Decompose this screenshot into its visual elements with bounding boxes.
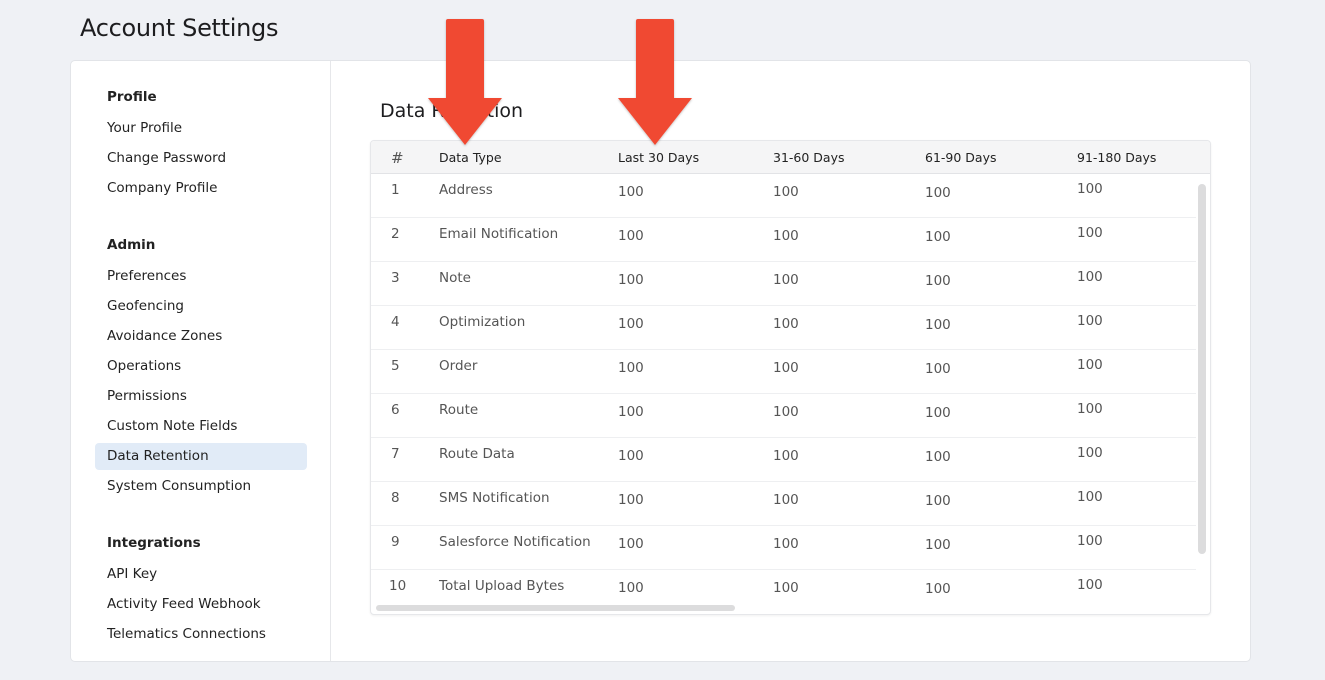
cell-row-index: 2 xyxy=(391,226,400,242)
table-row[interactable]: 5 Order 100 100 100 100 xyxy=(371,350,1196,394)
cell-row-index: 4 xyxy=(391,314,400,330)
annotation-arrow-down-icon xyxy=(428,19,502,145)
cell-row-index: 8 xyxy=(391,490,400,506)
cell-last-30-days: 100 xyxy=(618,580,644,596)
cell-data-type: Order xyxy=(439,358,478,374)
sidebar-item-your-profile[interactable]: Your Profile xyxy=(95,115,307,142)
cell-data-type: Salesforce Notification xyxy=(439,534,591,550)
table-row[interactable]: 4 Optimization 100 100 100 100 xyxy=(371,306,1196,350)
cell-91-180-days: 100 xyxy=(1077,313,1103,329)
sidebar-item-custom-note-fields[interactable]: Custom Note Fields xyxy=(95,413,307,440)
cell-31-60-days: 100 xyxy=(773,316,799,332)
cell-61-90-days: 100 xyxy=(925,493,951,509)
cell-31-60-days: 100 xyxy=(773,404,799,420)
cell-31-60-days: 100 xyxy=(773,536,799,552)
horizontal-scrollbar[interactable] xyxy=(376,605,735,611)
page-title: Account Settings xyxy=(80,14,279,42)
cell-data-type: Email Notification xyxy=(439,226,559,242)
cell-last-30-days: 100 xyxy=(618,360,644,376)
cell-last-30-days: 100 xyxy=(618,316,644,332)
cell-91-180-days: 100 xyxy=(1077,577,1103,593)
cell-31-60-days: 100 xyxy=(773,272,799,288)
cell-31-60-days: 100 xyxy=(773,492,799,508)
sidebar-item-company-profile[interactable]: Company Profile xyxy=(95,175,307,202)
sidebar: Profile Your Profile Change Password Com… xyxy=(71,61,331,661)
cell-row-index: 1 xyxy=(391,182,400,198)
column-header-31-60-days[interactable]: 31-60 Days xyxy=(773,141,845,175)
cell-row-index: 10 xyxy=(389,578,407,594)
cell-data-type: Route xyxy=(439,402,479,418)
sidebar-item-change-password[interactable]: Change Password xyxy=(95,145,307,172)
sidebar-heading-admin: Admin xyxy=(107,237,156,253)
cell-last-30-days: 100 xyxy=(618,536,644,552)
cell-61-90-days: 100 xyxy=(925,273,951,289)
cell-row-index: 7 xyxy=(391,446,400,462)
cell-last-30-days: 100 xyxy=(618,228,644,244)
cell-data-type: Address xyxy=(439,182,493,198)
cell-last-30-days: 100 xyxy=(618,448,644,464)
table-row[interactable]: 6 Route 100 100 100 100 xyxy=(371,394,1196,438)
sidebar-item-permissions[interactable]: Permissions xyxy=(95,383,307,410)
cell-91-180-days: 100 xyxy=(1077,489,1103,505)
column-header-91-180-days[interactable]: 91-180 Days xyxy=(1077,141,1156,175)
sidebar-item-system-consumption[interactable]: System Consumption xyxy=(95,473,307,500)
cell-31-60-days: 100 xyxy=(773,228,799,244)
cell-91-180-days: 100 xyxy=(1077,269,1103,285)
cell-61-90-days: 100 xyxy=(925,317,951,333)
table-row[interactable]: 3 Note 100 100 100 100 xyxy=(371,262,1196,306)
sidebar-item-preferences[interactable]: Preferences xyxy=(95,263,307,290)
cell-last-30-days: 100 xyxy=(618,404,644,420)
column-header-index: # xyxy=(391,149,404,167)
sidebar-item-api-key[interactable]: API Key xyxy=(95,561,307,588)
table-row[interactable]: 9 Salesforce Notification 100 100 100 100 xyxy=(371,526,1196,570)
cell-last-30-days: 100 xyxy=(618,184,644,200)
table-row[interactable]: 8 SMS Notification 100 100 100 100 xyxy=(371,482,1196,526)
sidebar-item-geofencing[interactable]: Geofencing xyxy=(95,293,307,320)
sidebar-item-avoidance-zones[interactable]: Avoidance Zones xyxy=(95,323,307,350)
cell-last-30-days: 100 xyxy=(618,272,644,288)
cell-row-index: 6 xyxy=(391,402,400,418)
table-row[interactable]: 2 Email Notification 100 100 100 100 xyxy=(371,218,1196,262)
vertical-scrollbar[interactable] xyxy=(1198,184,1206,554)
cell-row-index: 3 xyxy=(391,270,400,286)
cell-row-index: 5 xyxy=(391,358,400,374)
cell-61-90-days: 100 xyxy=(925,185,951,201)
cell-data-type: Route Data xyxy=(439,446,515,462)
sidebar-item-operations[interactable]: Operations xyxy=(95,353,307,380)
sidebar-item-data-retention[interactable]: Data Retention xyxy=(95,443,307,470)
sidebar-item-telematics-connections[interactable]: Telematics Connections xyxy=(95,621,307,648)
data-retention-table: # Data Type Last 30 Days 31-60 Days 61-9… xyxy=(370,140,1211,615)
cell-91-180-days: 100 xyxy=(1077,533,1103,549)
cell-61-90-days: 100 xyxy=(925,581,951,597)
cell-31-60-days: 100 xyxy=(773,448,799,464)
cell-61-90-days: 100 xyxy=(925,449,951,465)
cell-61-90-days: 100 xyxy=(925,405,951,421)
cell-31-60-days: 100 xyxy=(773,184,799,200)
cell-91-180-days: 100 xyxy=(1077,181,1103,197)
sidebar-heading-profile: Profile xyxy=(107,89,157,105)
table-row[interactable]: 7 Route Data 100 100 100 100 xyxy=(371,438,1196,482)
table-row[interactable]: 1 Address 100 100 100 100 xyxy=(371,174,1196,218)
cell-61-90-days: 100 xyxy=(925,537,951,553)
cell-data-type: Note xyxy=(439,270,471,286)
cell-last-30-days: 100 xyxy=(618,492,644,508)
cell-61-90-days: 100 xyxy=(925,229,951,245)
column-header-61-90-days[interactable]: 61-90 Days xyxy=(925,141,997,175)
cell-data-type: Optimization xyxy=(439,314,526,330)
sidebar-item-activity-feed-webhook[interactable]: Activity Feed Webhook xyxy=(95,591,307,618)
cell-row-index: 9 xyxy=(391,534,400,550)
cell-data-type: SMS Notification xyxy=(439,490,550,506)
cell-91-180-days: 100 xyxy=(1077,401,1103,417)
cell-61-90-days: 100 xyxy=(925,361,951,377)
cell-31-60-days: 100 xyxy=(773,360,799,376)
annotation-arrow-down-icon xyxy=(618,19,692,145)
cell-31-60-days: 100 xyxy=(773,580,799,596)
cell-data-type: Total Upload Bytes xyxy=(439,578,565,594)
cell-91-180-days: 100 xyxy=(1077,357,1103,373)
cell-91-180-days: 100 xyxy=(1077,225,1103,241)
sidebar-heading-integrations: Integrations xyxy=(107,535,201,551)
cell-91-180-days: 100 xyxy=(1077,445,1103,461)
